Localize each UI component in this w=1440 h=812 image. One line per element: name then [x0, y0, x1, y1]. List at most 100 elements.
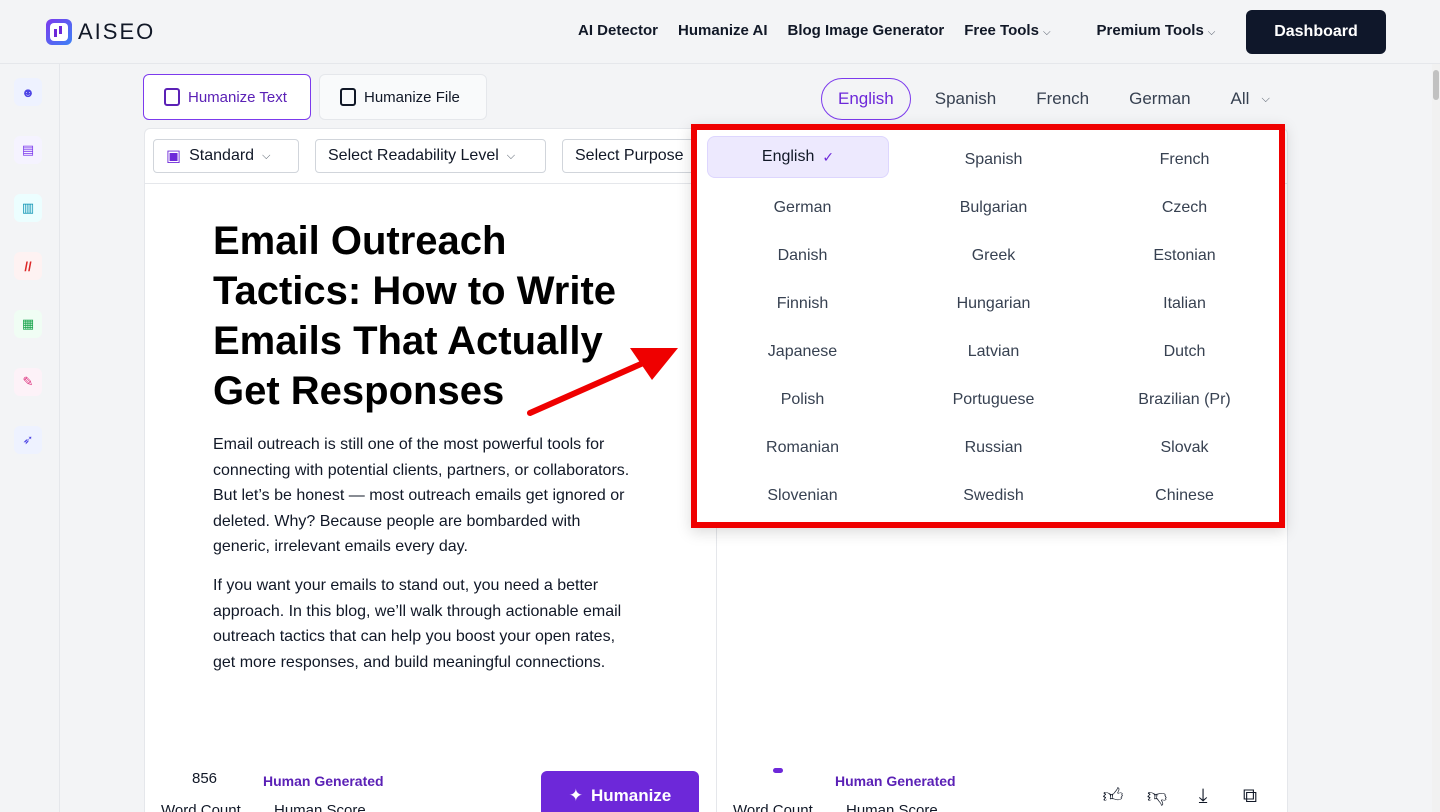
nav-humanize-ai[interactable]: Humanize AI [678, 22, 767, 39]
purpose-select-value: Select Purpose [575, 147, 684, 164]
rocket-icon[interactable]: ➶ [14, 426, 42, 454]
language-option-french[interactable]: French [1089, 136, 1280, 184]
language-option-hungarian[interactable]: Hungarian [898, 280, 1089, 328]
calendar-icon[interactable]: ▦ [14, 310, 42, 338]
logo-icon [46, 19, 72, 45]
language-option-spanish[interactable]: Spanish [898, 136, 1089, 184]
language-option-label: Hungarian [956, 295, 1031, 312]
output-human-score-label: Human Score [846, 802, 938, 812]
language-tabs: English Spanish French German All ⌵ [821, 78, 1310, 120]
language-option-label: Italian [1163, 295, 1206, 312]
language-option-danish[interactable]: Danish [707, 232, 898, 280]
language-option-label: Chinese [1155, 487, 1214, 504]
language-option-label: Portuguese [952, 391, 1035, 408]
brand-logo[interactable]: AISEO [46, 19, 155, 45]
language-option-label: Brazilian (Pr) [1138, 391, 1231, 408]
chevron-down-icon: ⌵ [1042, 27, 1051, 38]
dashboard-button[interactable]: Dashboard [1246, 10, 1386, 54]
humanize-button[interactable]: ✦ Humanize [541, 771, 699, 812]
language-option-polish[interactable]: Polish [707, 376, 898, 424]
chevron-down-icon: ⌵ [1261, 92, 1270, 105]
chevron-down-icon: ⌵ [1207, 27, 1216, 38]
language-option-label: Spanish [964, 151, 1023, 168]
article-paragraph: If you want your emails to stand out, yo… [213, 576, 622, 671]
input-text-area[interactable]: Email Outreach Tactics: How to Write Ema… [213, 216, 633, 762]
lang-tab-german[interactable]: German [1129, 78, 1190, 120]
mode-select-value: Standard [189, 147, 255, 164]
nav-premium-tools[interactable]: Premium Tools ⌵ [1097, 22, 1216, 39]
language-option-label: French [1159, 151, 1210, 168]
humanize-button-label: Humanize [590, 786, 672, 805]
language-option-slovak[interactable]: Slovak [1089, 424, 1280, 472]
language-option-portuguese[interactable]: Portuguese [898, 376, 1089, 424]
language-option-russian[interactable]: Russian [898, 424, 1089, 472]
bot-icon[interactable]: ☻ [14, 78, 42, 106]
language-grid: English ✓ Spanish French German Bulgarian Czec… [707, 136, 1283, 520]
language-option-slovenian[interactable]: Slovenian [707, 472, 898, 520]
edit-document-icon[interactable]: ✎ [14, 368, 42, 396]
bar-chart-icon[interactable]: ▥ [14, 194, 42, 222]
language-option-label: Japanese [767, 343, 838, 360]
language-option-label: Greek [971, 247, 1016, 264]
download-icon[interactable]: ⤓ [1191, 784, 1215, 808]
page-scrollbar-thumb[interactable] [1433, 70, 1439, 100]
language-option-latvian[interactable]: Latvian [898, 328, 1089, 376]
language-option-label: English [761, 148, 815, 165]
lang-tab-french[interactable]: French [1036, 78, 1089, 120]
mode-select[interactable]: ▣ Standard ⌵ [153, 139, 299, 173]
language-option-japanese[interactable]: Japanese [707, 328, 898, 376]
language-option-greek[interactable]: Greek [898, 232, 1089, 280]
language-option-label: German [773, 199, 832, 216]
nav-ai-detector[interactable]: AI Detector [578, 22, 658, 39]
language-option-romanian[interactable]: Romanian [707, 424, 898, 472]
output-human-score-value: Human Generated [835, 773, 956, 789]
thumbs-up-icon[interactable]: 👍︎ [1101, 784, 1125, 808]
language-option-label: Latvian [967, 343, 1020, 360]
briefcase-icon: ▣ [166, 148, 182, 165]
chevron-down-icon: ⌵ [506, 149, 516, 162]
nav-premium-tools-label: Premium Tools [1096, 22, 1204, 39]
chevron-down-icon: ⌵ [262, 149, 271, 162]
nav-free-tools[interactable]: Free Tools ⌵ [964, 22, 1050, 39]
language-option-german[interactable]: German [707, 184, 898, 232]
language-option-label: Romanian [766, 439, 839, 456]
annotation-arrow [527, 348, 678, 416]
purpose-select[interactable]: Select Purpose [562, 139, 702, 173]
language-option-italian[interactable]: Italian [1089, 280, 1280, 328]
sidebar: ☻ ▤ ▥ // ▦ ✎ ➶ [0, 64, 60, 812]
humanize-text-tab[interactable]: Humanize Text [143, 74, 311, 120]
thumbs-down-icon[interactable]: 👎︎ [1145, 784, 1169, 808]
lang-tab-english[interactable]: English [821, 78, 911, 120]
slash-code-icon[interactable]: // [14, 252, 42, 280]
language-option-label: Bulgarian [959, 199, 1028, 216]
language-option-label: Swedish [963, 487, 1024, 504]
language-option-brazilian-pr[interactable]: Brazilian (Pr) [1089, 376, 1280, 424]
nav-blog-image-generator[interactable]: Blog Image Generator [788, 22, 945, 39]
language-option-dutch[interactable]: Dutch [1089, 328, 1280, 376]
checkmark-icon: ✓ [822, 148, 835, 165]
language-option-estonian[interactable]: Estonian [1089, 232, 1280, 280]
language-option-chinese[interactable]: Chinese [1089, 472, 1280, 520]
word-count-value: 856 [192, 770, 218, 787]
language-option-czech[interactable]: Czech [1089, 184, 1280, 232]
loading-indicator [773, 768, 783, 773]
copy-icon[interactable]: ⧉ [1238, 784, 1262, 808]
page-scrollbar[interactable] [1432, 64, 1440, 812]
language-option-english[interactable]: English ✓ [707, 136, 889, 178]
document-search-icon[interactable]: ▤ [14, 136, 42, 164]
language-option-label: Finnish [776, 295, 829, 312]
humanize-file-tab[interactable]: Humanize File [319, 74, 487, 120]
language-option-bulgarian[interactable]: Bulgarian [898, 184, 1089, 232]
language-option-finnish[interactable]: Finnish [707, 280, 898, 328]
lang-tab-spanish[interactable]: Spanish [935, 78, 996, 120]
human-score-value: Human Generated [263, 773, 384, 789]
article-paragraph: Email outreach is still one of the most … [213, 436, 630, 556]
language-option-label: Dutch [1163, 343, 1206, 360]
humanize-text-label: Humanize Text [188, 88, 287, 106]
language-option-label: Estonian [1153, 247, 1216, 264]
nav-free-tools-label: Free Tools [964, 22, 1039, 39]
lang-tab-all[interactable]: All ⌵ [1231, 78, 1270, 120]
lang-tab-all-label: All [1230, 89, 1250, 108]
readability-select[interactable]: Select Readability Level ⌵ [315, 139, 546, 173]
language-option-swedish[interactable]: Swedish [898, 472, 1089, 520]
